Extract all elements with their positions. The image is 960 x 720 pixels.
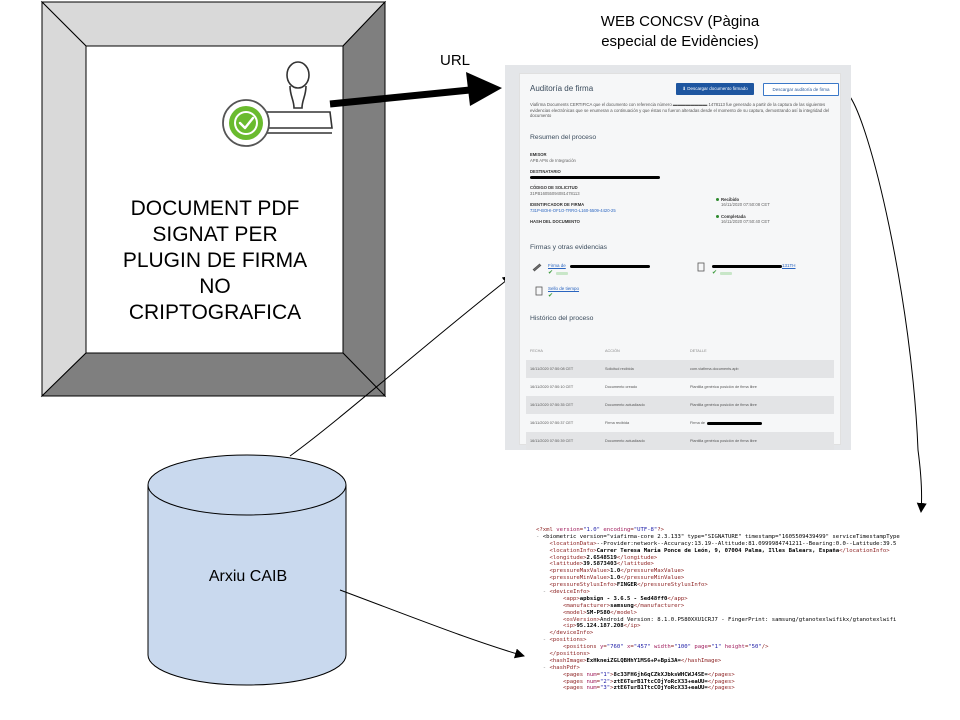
xml-line: <pages num="1">8c33FH6jh6qCZkXJbksWHCWJ4…: [562, 671, 735, 678]
download-audit-button[interactable]: Descargar auditoría de firma: [763, 83, 839, 96]
xml-evidence-excerpt: <?xml version="1.0" encoding="UTF-8"?> - …: [536, 527, 960, 720]
db-to-xml-connector: [339, 589, 525, 659]
history-action: Solicitud recibida: [601, 360, 686, 378]
intro-text: Viafirma Documents CERTIFICA que el docu…: [530, 102, 830, 119]
sello-tiempo-link[interactable]: Sello de tiempo: [548, 286, 579, 291]
xml-line: </positions>: [549, 651, 590, 658]
history-detail: com.viafirma.documents.apb: [686, 360, 834, 378]
history-detail: Plantilla genérica posición de firma lib…: [690, 385, 757, 389]
history-detail: Plantilla genérica posición de firma lib…: [686, 396, 834, 414]
status-dot-icon: [716, 215, 719, 218]
xml-line: <longitude>2.6548519</longitude>: [549, 554, 658, 561]
history-date: 16/11/2020 07:50:35 CET: [526, 396, 601, 414]
emisor-value: APB APIs de Integración: [530, 158, 576, 163]
table-row: 16/11/2020 07:50:08 CET Solicitud recibi…: [526, 360, 834, 378]
table-row: 16/11/2020 07:50:39 CET Documento actual…: [526, 432, 834, 450]
emisor-label: EMISOR: [530, 152, 547, 157]
history-detail-text: Firma de: [690, 421, 705, 425]
document-box-label: DOCUMENT PDF SIGNAT PER PLUGIN DE FIRMA …: [122, 197, 308, 324]
history-date: 16/11/2020 07:50:10 CET: [530, 385, 574, 389]
firma-link-2[interactable]: 131TH: [782, 263, 796, 268]
xml-line: <model>SM-P580</model>: [562, 609, 638, 616]
download-signed-button[interactable]: ⬇ Descargar documento firmado: [676, 83, 754, 95]
check-icon: ✔: [548, 270, 554, 276]
xml-line: <latitude>39.5873403</latitude>: [549, 561, 654, 568]
history-header-fecha: FECHA: [530, 349, 543, 353]
firma-link-1[interactable]: Firma de: [548, 263, 566, 268]
xml-line: <manufacturer>samsung</manufacturer>: [562, 602, 685, 609]
audit-card: Auditoría de firma ⬇ Descargar documento…: [519, 73, 841, 450]
completada-event: Completada 16/11/2020 07:50:40 CET: [716, 214, 770, 224]
xml-line: <pages num="3">ztE6TurB1TtcCOjYoRcX33+ea…: [562, 685, 735, 692]
redacted-destinatario: [530, 176, 660, 179]
redacted-firma-2: [712, 265, 782, 268]
check-icon: ✔: [712, 270, 718, 276]
status-badge: [720, 272, 732, 275]
table-row: 16/11/2020 07:50:10 CET Documento creado…: [526, 378, 834, 396]
document-icon: [697, 262, 705, 272]
xml-line: - <biometric version="viafirma-core 2.3.…: [536, 533, 900, 540]
table-row: 16/11/2020 07:50:37 CET Firma recibida F…: [526, 414, 834, 432]
table-row: 16/11/2020 07:50:35 CET Documento actual…: [526, 396, 834, 414]
web-page-screenshot: Auditoría de firma ⬇ Descargar documento…: [505, 65, 851, 450]
check-badge-icon: [222, 99, 270, 147]
history-detail: Firma de: [686, 414, 834, 432]
evidencias-title: Firmas y otras evidencias: [530, 244, 608, 251]
completada-value: 16/11/2020 07:50:40 CET: [721, 219, 770, 224]
xml-line: <?xml version="1.0" encoding="UTF-8"?>: [536, 527, 665, 533]
recibido-value: 16/11/2020 07:50:08 CET: [721, 202, 770, 207]
xml-line: - <hashPdf>: [542, 664, 580, 671]
xml-line: - <positions>: [542, 637, 587, 644]
xml-line: - <deviceInfo>: [542, 589, 590, 596]
history-action: Documento actualizado: [601, 432, 686, 450]
xml-line: <pressureMaxValue>1.0</pressureMaxValue>: [549, 568, 685, 575]
history-date: 16/11/2020 07:50:08 CET: [526, 360, 601, 378]
identificador-label: IDENTIFICADOR DE FIRMA: [530, 202, 585, 207]
history-detail: Plantilla genérica posición de firma lib…: [686, 432, 834, 450]
history-action: Documento creado: [605, 385, 638, 389]
codigo-value: 31PB16055094081478113: [530, 191, 580, 196]
redacted-detail: [706, 421, 762, 425]
history-date: 16/11/2020 07:50:37 CET: [530, 421, 574, 425]
xml-line: <hashImage>ExHkneiZGLQBHhY1MS6+P+Bpi3A=<…: [549, 657, 722, 664]
signature-pen-icon: [532, 263, 542, 272]
xml-line: <pressureStylusInfo>FINGER</pressureStyl…: [549, 582, 708, 589]
codigo-label: CÓDIGO DE SOLICITUD: [530, 185, 578, 190]
identificador-link[interactable]: 731P-BOHI-OF1O-TRRG-L160-5509-4420-25: [530, 208, 616, 213]
timestamp-doc-icon: [535, 286, 543, 296]
status-dot-icon: [716, 198, 719, 201]
destinatario-label: DESTINATARIO: [530, 169, 561, 174]
audit-title: Auditoría de firma: [530, 84, 594, 93]
history-header-accion: ACCIÓN: [605, 349, 620, 353]
historico-title: Histórico del proceso: [530, 315, 594, 322]
database-label: Arxiu CAIB: [208, 568, 288, 585]
hash-label: HASH DEL DOCUMENTO: [530, 219, 580, 224]
history-date: 16/11/2020 07:50:39 CET: [526, 432, 601, 450]
web-page-title: WEB CONCSV (Pàgina especial de Evidèncie…: [600, 13, 760, 50]
summary-title: Resumen del proceso: [530, 134, 597, 141]
xml-line: <ip>95.124.187.208</ip>: [562, 623, 641, 630]
history-header-detalle: DETALLE: [690, 349, 707, 353]
history-action: Firma recibida: [605, 421, 630, 425]
xml-line: <app>apbsign - 3.6.5 - 5ed48ff0</app>: [562, 595, 688, 602]
xml-line: <positions y="760" x="457" width="100" p…: [562, 644, 769, 651]
xml-line: </deviceInfo>: [549, 630, 594, 637]
recibido-event: Recibido 16/11/2020 07:50:08 CET: [716, 197, 770, 207]
download-signed-label: Descargar documento firmado: [687, 86, 748, 91]
history-table: FECHA ACCIÓN DETALLE 16/11/2020 07:50:08…: [526, 342, 834, 450]
check-icon: ✔: [548, 293, 554, 299]
xml-line: <locationInfo>Carrer Teresa Maria Ponce …: [549, 547, 890, 554]
audit-to-xml-connector: [847, 93, 927, 513]
xml-line: <pressureMinValue>1.0</pressureMinValue>: [549, 575, 685, 582]
history-action: Documento actualizado: [601, 396, 686, 414]
status-badge: [556, 272, 568, 275]
url-label: URL: [440, 52, 471, 69]
redacted-firma-1: [570, 265, 650, 268]
xml-line: <locationData>--Provider:network--Accura…: [549, 540, 897, 547]
xml-line: <osVersion>Android Version: 8.1.0.P580XX…: [562, 616, 897, 623]
